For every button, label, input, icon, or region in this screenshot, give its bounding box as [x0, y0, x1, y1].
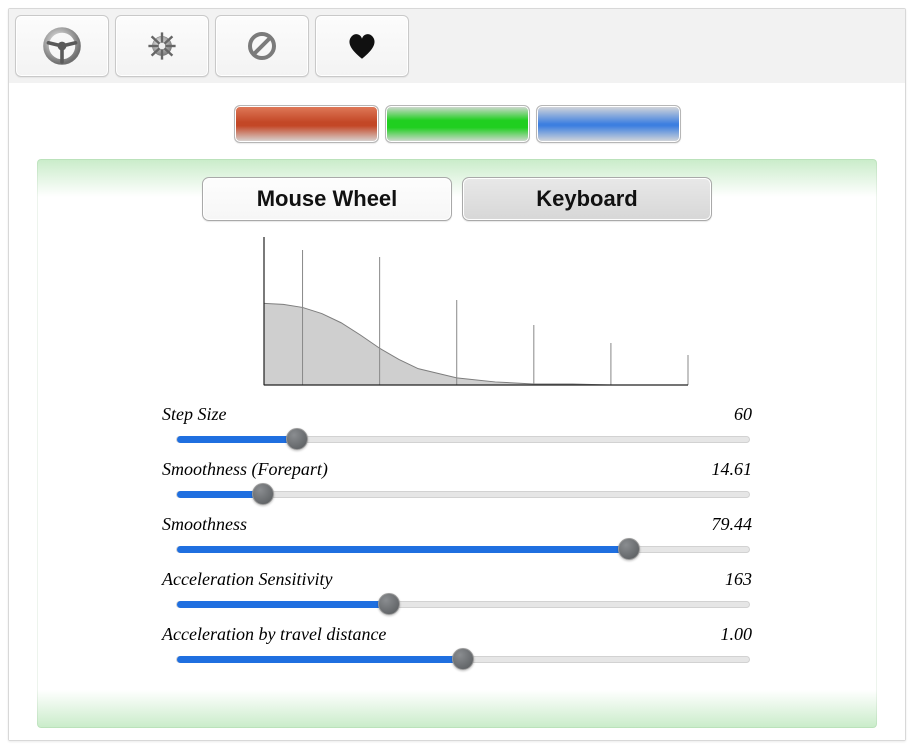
tab-gear-icon[interactable]: [115, 15, 209, 77]
slider-track: [176, 656, 750, 663]
tab-favorites-icon[interactable]: [315, 15, 409, 77]
slider-thumb[interactable]: [286, 428, 308, 450]
slider-label: Step Size: [162, 404, 227, 425]
heart-icon: [342, 26, 382, 66]
slider-label: Acceleration Sensitivity: [162, 569, 332, 590]
slider-thumb[interactable]: [452, 648, 474, 670]
color-preset-red[interactable]: [234, 105, 379, 143]
slider-control[interactable]: [176, 647, 750, 671]
chart-svg: [262, 233, 692, 393]
slider-fill: [177, 601, 389, 608]
slider-thumb[interactable]: [618, 538, 640, 560]
tab-mouse-wheel[interactable]: Mouse Wheel: [202, 177, 452, 221]
gear-icon: [142, 26, 182, 66]
slider-value: 163: [725, 569, 752, 590]
slider-value: 1.00: [721, 624, 753, 645]
slider-control[interactable]: [176, 592, 750, 616]
slider-row: Step Size 60: [162, 404, 752, 451]
tab-label: Keyboard: [536, 186, 637, 212]
steering-wheel-icon: [42, 26, 82, 66]
slider-label: Acceleration by travel distance: [162, 624, 386, 645]
top-toolbar: [9, 9, 905, 83]
slider-row: Acceleration by travel distance 1.00: [162, 624, 752, 671]
slider-list: Step Size60Smoothness (Forepart)14.61Smo…: [162, 404, 752, 679]
slider-value: 14.61: [712, 459, 753, 480]
settings-panel: Mouse Wheel Keyboard Step Size 60 Smoothne…: [37, 159, 877, 728]
slider-track: [176, 436, 750, 443]
color-preset-green[interactable]: [385, 105, 530, 143]
slider-thumb[interactable]: [378, 593, 400, 615]
prohibited-icon: [242, 26, 282, 66]
slider-control[interactable]: [176, 482, 750, 506]
slider-track: [176, 601, 750, 608]
slider-row: Smoothness 79.44: [162, 514, 752, 561]
tab-keyboard[interactable]: Keyboard: [462, 177, 712, 221]
slider-fill: [177, 491, 263, 498]
main-content: Mouse Wheel Keyboard Step Size 60 Smoothne…: [9, 83, 905, 740]
slider-label: Smoothness (Forepart): [162, 459, 328, 480]
tab-label: Mouse Wheel: [257, 186, 398, 212]
input-mode-tabs: Mouse Wheel Keyboard: [202, 177, 712, 221]
slider-value: 60: [734, 404, 752, 425]
slider-row: Smoothness (Forepart) 14.61: [162, 459, 752, 506]
tab-blocklist-icon[interactable]: [215, 15, 309, 77]
slider-fill: [177, 546, 629, 553]
tab-steering-icon[interactable]: [15, 15, 109, 77]
slider-fill: [177, 436, 297, 443]
slider-row: Acceleration Sensitivity 163: [162, 569, 752, 616]
response-curve-chart: [262, 233, 692, 398]
slider-control[interactable]: [176, 427, 750, 451]
slider-thumb[interactable]: [252, 483, 274, 505]
slider-value: 79.44: [712, 514, 753, 535]
slider-control[interactable]: [176, 537, 750, 561]
slider-label: Smoothness: [162, 514, 247, 535]
app-window: Mouse Wheel Keyboard Step Size 60 Smoothne…: [8, 8, 906, 741]
slider-track: [176, 491, 750, 498]
color-preset-blue[interactable]: [536, 105, 681, 143]
color-preset-row: [234, 105, 681, 143]
slider-fill: [177, 656, 463, 663]
slider-track: [176, 546, 750, 553]
